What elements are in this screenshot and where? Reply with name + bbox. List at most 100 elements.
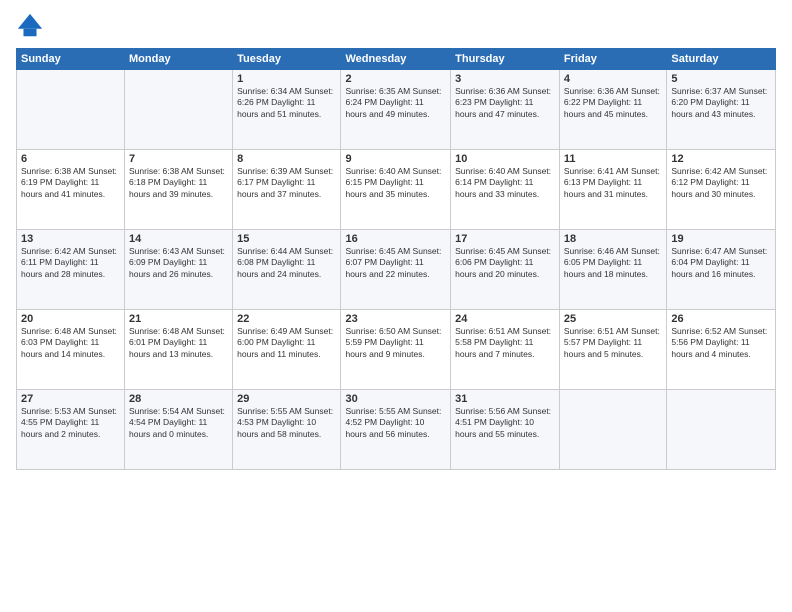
day-number: 16 xyxy=(345,233,446,245)
calendar-header: SundayMondayTuesdayWednesdayThursdayFrid… xyxy=(17,49,776,70)
day-info: Sunrise: 6:38 AM Sunset: 6:18 PM Dayligh… xyxy=(129,166,228,200)
logo xyxy=(16,12,48,40)
day-number: 4 xyxy=(564,73,662,85)
day-number: 12 xyxy=(671,153,771,165)
calendar-cell: 20Sunrise: 6:48 AM Sunset: 6:03 PM Dayli… xyxy=(17,310,125,390)
day-number: 25 xyxy=(564,313,662,325)
logo-icon xyxy=(16,12,44,40)
day-info: Sunrise: 6:45 AM Sunset: 6:06 PM Dayligh… xyxy=(455,246,555,280)
day-number: 20 xyxy=(21,313,120,325)
day-info: Sunrise: 6:52 AM Sunset: 5:56 PM Dayligh… xyxy=(671,326,771,360)
day-info: Sunrise: 6:51 AM Sunset: 5:58 PM Dayligh… xyxy=(455,326,555,360)
day-number: 19 xyxy=(671,233,771,245)
day-number: 2 xyxy=(345,73,446,85)
day-number: 17 xyxy=(455,233,555,245)
column-header-saturday: Saturday xyxy=(667,49,776,70)
column-header-monday: Monday xyxy=(125,49,233,70)
calendar-cell: 18Sunrise: 6:46 AM Sunset: 6:05 PM Dayli… xyxy=(559,230,666,310)
day-info: Sunrise: 6:47 AM Sunset: 6:04 PM Dayligh… xyxy=(671,246,771,280)
day-info: Sunrise: 6:51 AM Sunset: 5:57 PM Dayligh… xyxy=(564,326,662,360)
calendar-cell: 22Sunrise: 6:49 AM Sunset: 6:00 PM Dayli… xyxy=(233,310,341,390)
day-info: Sunrise: 6:44 AM Sunset: 6:08 PM Dayligh… xyxy=(237,246,336,280)
day-number: 21 xyxy=(129,313,228,325)
day-info: Sunrise: 6:40 AM Sunset: 6:15 PM Dayligh… xyxy=(345,166,446,200)
day-number: 6 xyxy=(21,153,120,165)
column-header-tuesday: Tuesday xyxy=(233,49,341,70)
calendar-cell: 11Sunrise: 6:41 AM Sunset: 6:13 PM Dayli… xyxy=(559,150,666,230)
day-number: 28 xyxy=(129,393,228,405)
day-info: Sunrise: 6:42 AM Sunset: 6:11 PM Dayligh… xyxy=(21,246,120,280)
calendar-cell xyxy=(17,70,125,150)
week-row-1: 1Sunrise: 6:34 AM Sunset: 6:26 PM Daylig… xyxy=(17,70,776,150)
page-container: SundayMondayTuesdayWednesdayThursdayFrid… xyxy=(0,0,792,612)
day-number: 5 xyxy=(671,73,771,85)
column-header-wednesday: Wednesday xyxy=(341,49,451,70)
day-number: 22 xyxy=(237,313,336,325)
day-info: Sunrise: 6:36 AM Sunset: 6:22 PM Dayligh… xyxy=(564,86,662,120)
calendar-cell: 4Sunrise: 6:36 AM Sunset: 6:22 PM Daylig… xyxy=(559,70,666,150)
day-info: Sunrise: 6:48 AM Sunset: 6:01 PM Dayligh… xyxy=(129,326,228,360)
day-info: Sunrise: 6:45 AM Sunset: 6:07 PM Dayligh… xyxy=(345,246,446,280)
day-number: 26 xyxy=(671,313,771,325)
calendar-cell: 10Sunrise: 6:40 AM Sunset: 6:14 PM Dayli… xyxy=(451,150,560,230)
week-row-5: 27Sunrise: 5:53 AM Sunset: 4:55 PM Dayli… xyxy=(17,390,776,470)
calendar-cell: 3Sunrise: 6:36 AM Sunset: 6:23 PM Daylig… xyxy=(451,70,560,150)
calendar-cell: 16Sunrise: 6:45 AM Sunset: 6:07 PM Dayli… xyxy=(341,230,451,310)
header-row: SundayMondayTuesdayWednesdayThursdayFrid… xyxy=(17,49,776,70)
calendar-cell: 30Sunrise: 5:55 AM Sunset: 4:52 PM Dayli… xyxy=(341,390,451,470)
calendar-cell: 8Sunrise: 6:39 AM Sunset: 6:17 PM Daylig… xyxy=(233,150,341,230)
day-info: Sunrise: 6:49 AM Sunset: 6:00 PM Dayligh… xyxy=(237,326,336,360)
calendar-cell: 9Sunrise: 6:40 AM Sunset: 6:15 PM Daylig… xyxy=(341,150,451,230)
calendar-cell: 21Sunrise: 6:48 AM Sunset: 6:01 PM Dayli… xyxy=(125,310,233,390)
day-info: Sunrise: 6:34 AM Sunset: 6:26 PM Dayligh… xyxy=(237,86,336,120)
calendar-cell: 6Sunrise: 6:38 AM Sunset: 6:19 PM Daylig… xyxy=(17,150,125,230)
day-number: 27 xyxy=(21,393,120,405)
calendar-cell: 24Sunrise: 6:51 AM Sunset: 5:58 PM Dayli… xyxy=(451,310,560,390)
day-number: 13 xyxy=(21,233,120,245)
day-info: Sunrise: 6:43 AM Sunset: 6:09 PM Dayligh… xyxy=(129,246,228,280)
calendar-cell: 5Sunrise: 6:37 AM Sunset: 6:20 PM Daylig… xyxy=(667,70,776,150)
day-number: 18 xyxy=(564,233,662,245)
calendar-cell: 7Sunrise: 6:38 AM Sunset: 6:18 PM Daylig… xyxy=(125,150,233,230)
day-number: 24 xyxy=(455,313,555,325)
calendar-cell: 23Sunrise: 6:50 AM Sunset: 5:59 PM Dayli… xyxy=(341,310,451,390)
day-info: Sunrise: 6:46 AM Sunset: 6:05 PM Dayligh… xyxy=(564,246,662,280)
day-number: 11 xyxy=(564,153,662,165)
day-info: Sunrise: 5:55 AM Sunset: 4:53 PM Dayligh… xyxy=(237,406,336,440)
day-info: Sunrise: 6:36 AM Sunset: 6:23 PM Dayligh… xyxy=(455,86,555,120)
day-info: Sunrise: 6:50 AM Sunset: 5:59 PM Dayligh… xyxy=(345,326,446,360)
day-number: 7 xyxy=(129,153,228,165)
day-info: Sunrise: 6:39 AM Sunset: 6:17 PM Dayligh… xyxy=(237,166,336,200)
day-number: 3 xyxy=(455,73,555,85)
column-header-friday: Friday xyxy=(559,49,666,70)
day-number: 9 xyxy=(345,153,446,165)
calendar-cell: 25Sunrise: 6:51 AM Sunset: 5:57 PM Dayli… xyxy=(559,310,666,390)
calendar-cell: 29Sunrise: 5:55 AM Sunset: 4:53 PM Dayli… xyxy=(233,390,341,470)
week-row-4: 20Sunrise: 6:48 AM Sunset: 6:03 PM Dayli… xyxy=(17,310,776,390)
day-number: 15 xyxy=(237,233,336,245)
column-header-thursday: Thursday xyxy=(451,49,560,70)
day-info: Sunrise: 6:40 AM Sunset: 6:14 PM Dayligh… xyxy=(455,166,555,200)
calendar-cell: 1Sunrise: 6:34 AM Sunset: 6:26 PM Daylig… xyxy=(233,70,341,150)
day-info: Sunrise: 6:38 AM Sunset: 6:19 PM Dayligh… xyxy=(21,166,120,200)
day-number: 8 xyxy=(237,153,336,165)
calendar-cell xyxy=(559,390,666,470)
calendar-cell xyxy=(125,70,233,150)
day-info: Sunrise: 5:55 AM Sunset: 4:52 PM Dayligh… xyxy=(345,406,446,440)
day-number: 10 xyxy=(455,153,555,165)
calendar-cell: 31Sunrise: 5:56 AM Sunset: 4:51 PM Dayli… xyxy=(451,390,560,470)
day-info: Sunrise: 6:35 AM Sunset: 6:24 PM Dayligh… xyxy=(345,86,446,120)
column-header-sunday: Sunday xyxy=(17,49,125,70)
page-header xyxy=(16,12,776,40)
day-number: 14 xyxy=(129,233,228,245)
day-number: 1 xyxy=(237,73,336,85)
calendar-body: 1Sunrise: 6:34 AM Sunset: 6:26 PM Daylig… xyxy=(17,70,776,470)
day-info: Sunrise: 5:56 AM Sunset: 4:51 PM Dayligh… xyxy=(455,406,555,440)
day-info: Sunrise: 5:54 AM Sunset: 4:54 PM Dayligh… xyxy=(129,406,228,440)
day-number: 31 xyxy=(455,393,555,405)
day-info: Sunrise: 5:53 AM Sunset: 4:55 PM Dayligh… xyxy=(21,406,120,440)
calendar-cell: 17Sunrise: 6:45 AM Sunset: 6:06 PM Dayli… xyxy=(451,230,560,310)
day-number: 30 xyxy=(345,393,446,405)
day-info: Sunrise: 6:41 AM Sunset: 6:13 PM Dayligh… xyxy=(564,166,662,200)
calendar-cell: 27Sunrise: 5:53 AM Sunset: 4:55 PM Dayli… xyxy=(17,390,125,470)
